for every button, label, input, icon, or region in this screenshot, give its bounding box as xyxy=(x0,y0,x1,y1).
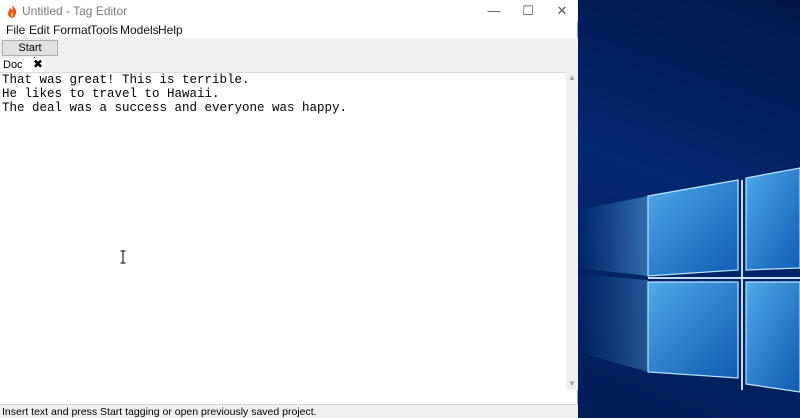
menu-tools[interactable]: Tools xyxy=(90,23,118,37)
editor-line: The deal was a success and everyone was … xyxy=(2,101,348,115)
title-bar[interactable]: Untitled - Tag Editor — ☐ ✕ xyxy=(0,0,578,22)
menu-format[interactable]: Format xyxy=(53,23,91,37)
minimize-button[interactable]: — xyxy=(478,0,510,22)
editor-line: He likes to travel to Hawaii. xyxy=(2,87,220,101)
tab-label: Doc xyxy=(3,59,23,71)
scroll-up-icon[interactable]: ▲ xyxy=(566,72,578,84)
menu-bar: File Edit Format Tools Models Help xyxy=(0,22,578,38)
menu-file[interactable]: File xyxy=(6,23,25,37)
vertical-scrollbar[interactable]: ▲ ▼ xyxy=(566,72,578,390)
tag-editor-window: Untitled - Tag Editor — ☐ ✕ File Edit Fo… xyxy=(0,0,578,418)
start-tagging-button[interactable]: Start tagging xyxy=(2,40,58,68)
maximize-button[interactable]: ☐ xyxy=(512,0,544,22)
editor-line: That was great! This is terrible. xyxy=(2,73,250,87)
close-button[interactable]: ✕ xyxy=(546,0,578,22)
text-cursor-icon xyxy=(120,250,126,264)
menu-help[interactable]: Help xyxy=(158,23,183,37)
flame-icon xyxy=(8,4,17,18)
menu-edit[interactable]: Edit xyxy=(29,23,50,37)
window-title: Untitled - Tag Editor xyxy=(22,4,128,18)
text-editor[interactable]: That was great! This is terrible. He lik… xyxy=(0,72,566,390)
tab-close-icon[interactable]: ✖ xyxy=(33,57,43,71)
scroll-down-icon[interactable]: ▼ xyxy=(566,378,578,390)
desktop-wallpaper xyxy=(578,0,800,418)
status-bar: Insert text and press Start tagging or o… xyxy=(0,404,578,418)
menu-models[interactable]: Models xyxy=(120,23,159,37)
windows-logo-light xyxy=(578,167,800,393)
status-text: Insert text and press Start tagging or o… xyxy=(2,406,317,418)
toolbar xyxy=(0,38,578,58)
tab-strip xyxy=(0,58,578,72)
tab-doc[interactable]: Doc ✖ xyxy=(0,57,45,72)
